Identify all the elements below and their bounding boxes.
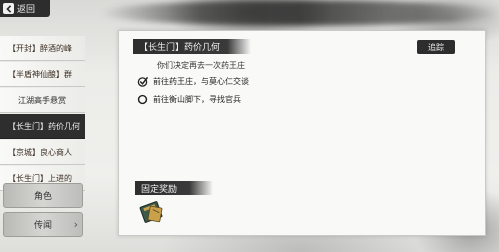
back-arrow-icon: [3, 3, 14, 14]
task-text: 前往药王庄，与莫心仁交谈: [153, 77, 249, 86]
quest-label: 【长生门】上进的: [8, 173, 72, 183]
task-item-done: 前往药王庄，与莫心仁交谈: [137, 76, 249, 87]
quest-label: 【京城】良心商人: [8, 147, 72, 157]
track-button[interactable]: 追踪: [417, 40, 455, 54]
quest-list-item[interactable]: 【半盾神仙酿】群: [0, 62, 85, 87]
quest-list-item[interactable]: 【开封】醉酒的峰: [0, 36, 85, 61]
quest-label: 【长生门】药价几何: [8, 121, 80, 131]
quest-title: 【长生门】药价几何: [133, 39, 251, 54]
quest-list-item-selected[interactable]: 【长生门】药价几何: [0, 114, 85, 139]
ring-icon: [137, 94, 148, 105]
quest-list: 【开封】醉酒的峰 【半盾神仙酿】群 江湖高手悬赏 【长生门】药价几何 【京城】良…: [0, 36, 85, 192]
book-icon[interactable]: [139, 198, 165, 224]
quest-label: 江湖高手悬赏: [18, 95, 66, 105]
back-label: 返回: [17, 5, 36, 15]
quest-detail-panel: 【长生门】药价几何 追踪 你们决定再去一次药王庄 前往药王庄，与莫心仁交谈 前往…: [118, 30, 486, 236]
role-button[interactable]: 角色: [3, 183, 83, 208]
rumors-label: 传闻: [33, 221, 52, 231]
quest-label: 【半盾神仙酿】群: [8, 69, 72, 79]
task-item-pending: 前往衡山脚下，寻找官兵: [137, 94, 241, 105]
back-button[interactable]: 返回: [0, 0, 50, 17]
ink-brush-stroke: [100, 0, 499, 26]
check-icon: [137, 76, 148, 87]
quest-label: 【开封】醉酒的峰: [8, 43, 72, 53]
chevron-right-icon: ›: [73, 218, 78, 231]
quest-list-item[interactable]: 江湖高手悬赏: [0, 88, 85, 113]
rumors-button[interactable]: 传闻 ›: [3, 212, 83, 237]
quest-description: 你们决定再去一次药王庄: [157, 61, 245, 70]
quest-list-item[interactable]: 【京城】良心商人: [0, 140, 85, 165]
task-text: 前往衡山脚下，寻找官兵: [153, 95, 241, 104]
reward-title: 固定奖励: [135, 181, 213, 195]
role-label: 角色: [33, 192, 52, 202]
